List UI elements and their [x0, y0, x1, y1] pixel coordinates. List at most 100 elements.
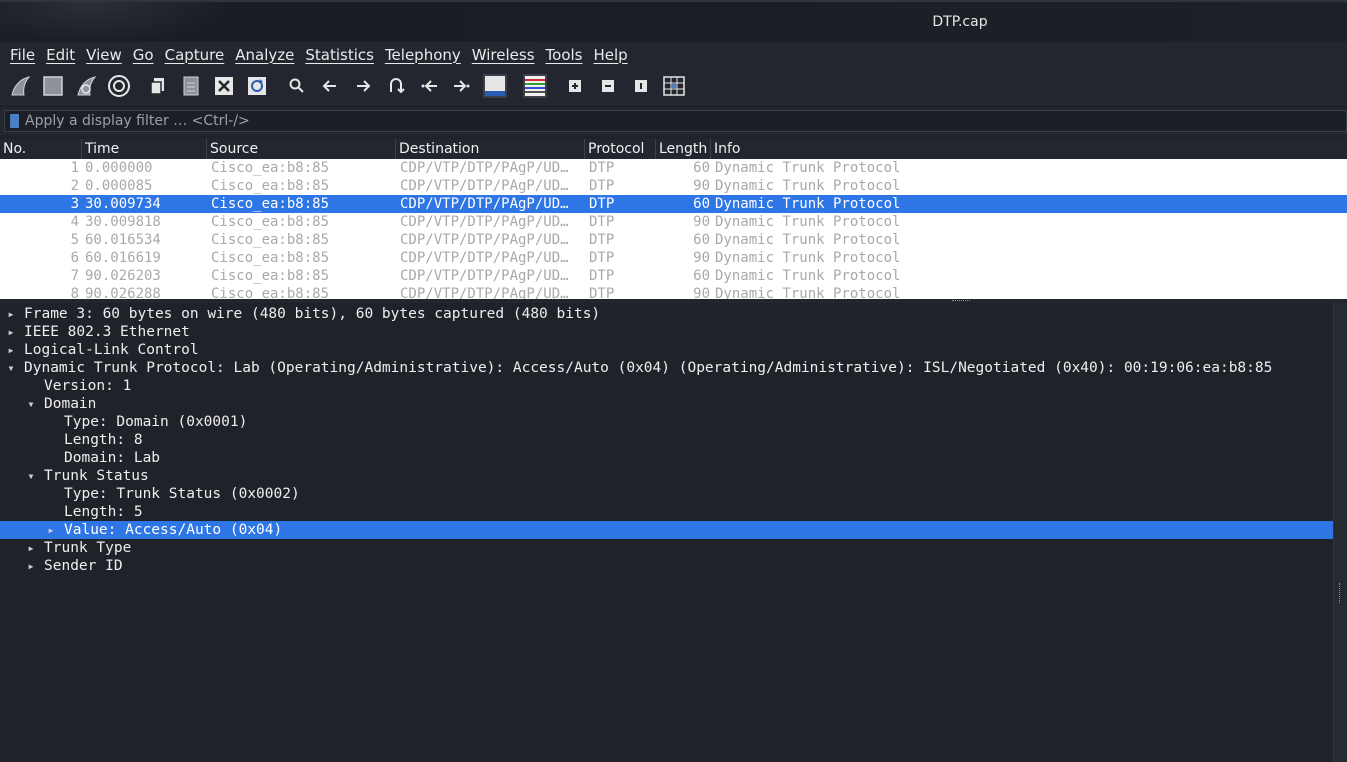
- detail-tree-text: Version: 1: [44, 378, 132, 394]
- detail-tree-item[interactable]: ▸ Value: Access/Auto (0x04): [0, 521, 1333, 539]
- resize-columns-icon[interactable]: [660, 73, 688, 99]
- expand-arrow-right-icon[interactable]: ▸: [26, 557, 36, 575]
- title-bar: DTP.cap: [0, 0, 1347, 44]
- column-header-info[interactable]: Info: [711, 139, 1347, 159]
- detail-tree-item[interactable]: ▸ Sender ID: [0, 557, 1333, 575]
- expand-arrow-right-icon[interactable]: ▸: [6, 305, 16, 323]
- packet-row[interactable]: 7 90.026203 Cisco_ea:b8:85 CDP/VTP/DTP/PAgP…: [0, 267, 1347, 285]
- save-file-icon[interactable]: [177, 73, 205, 99]
- arrow-right-icon[interactable]: [349, 73, 377, 99]
- column-header-destination[interactable]: Destination: [396, 139, 585, 159]
- packet-protocol: DTP: [589, 160, 615, 176]
- shark-fin-start-icon[interactable]: [6, 73, 34, 99]
- packet-info: Dynamic Trunk Protocol: [715, 232, 901, 248]
- menu-analyze[interactable]: Analyze: [230, 46, 300, 64]
- detail-tree-item[interactable]: ▸ Frame 3: 60 bytes on wire (480 bits), 6…: [0, 305, 1333, 323]
- jump-to-icon[interactable]: [382, 73, 410, 99]
- zoom-out-icon[interactable]: [594, 73, 622, 99]
- detail-tree-item[interactable]: Domain: Lab: [0, 449, 1333, 467]
- expand-arrow-right-icon[interactable]: ▸: [46, 521, 56, 539]
- packet-destination: CDP/VTP/DTP/PAgP/UD…: [400, 250, 569, 266]
- detail-tree-text: Frame 3: 60 bytes on wire (480 bits), 60…: [24, 306, 601, 322]
- menu-help[interactable]: Help: [588, 46, 633, 64]
- menu-view[interactable]: View: [81, 46, 128, 64]
- detail-tree-item[interactable]: ▸ IEEE 802.3 Ethernet: [0, 323, 1333, 341]
- menu-go[interactable]: Go: [128, 46, 160, 64]
- close-file-icon[interactable]: [210, 73, 238, 99]
- packet-length: 60: [693, 268, 710, 284]
- expand-arrow-right-icon[interactable]: ▸: [6, 341, 16, 359]
- menu-file[interactable]: File: [0, 46, 41, 64]
- detail-tree-item[interactable]: ▸ Logical-Link Control: [0, 341, 1333, 359]
- menu-wireless[interactable]: Wireless: [467, 46, 541, 64]
- detail-tree-item[interactable]: ▸ Trunk Type: [0, 539, 1333, 557]
- packet-info: Dynamic Trunk Protocol: [715, 196, 901, 212]
- packet-row[interactable]: 6 60.016619 Cisco_ea:b8:85 CDP/VTP/DTP/PAgP…: [0, 249, 1347, 267]
- open-file-icon[interactable]: [144, 73, 172, 99]
- detail-tree-text: Domain: [44, 396, 97, 412]
- packet-row[interactable]: 5 60.016534 Cisco_ea:b8:85 CDP/VTP/DTP/PAgP…: [0, 231, 1347, 249]
- detail-tree-text: Type: Domain (0x0001): [64, 414, 248, 430]
- expand-arrow-down-icon[interactable]: ▾: [26, 395, 36, 413]
- column-header-length[interactable]: Length: [656, 139, 711, 159]
- detail-tree-item[interactable]: ▾ Dynamic Trunk Protocol: Lab (Operating/…: [0, 359, 1333, 377]
- shark-fin-restart-icon[interactable]: [72, 73, 100, 99]
- packet-destination: CDP/VTP/DTP/PAgP/UD…: [400, 268, 569, 284]
- column-header-no[interactable]: No.: [0, 139, 82, 159]
- column-header-time[interactable]: Time: [82, 139, 207, 159]
- packet-source: Cisco_ea:b8:85: [211, 250, 330, 266]
- column-header-source[interactable]: Source: [207, 139, 396, 159]
- arrow-left-icon[interactable]: [316, 73, 344, 99]
- menu-statistics[interactable]: Statistics: [300, 46, 380, 64]
- packet-row[interactable]: 8 90.026288 Cisco_ea:b8:85 CDP/VTP/DTP/PAgP…: [0, 285, 1347, 299]
- details-scrollbar[interactable]: [1333, 303, 1347, 762]
- detail-tree-item[interactable]: Type: Domain (0x0001): [0, 413, 1333, 431]
- bookmark-icon[interactable]: [10, 114, 19, 128]
- expand-arrow-right-icon[interactable]: ▸: [26, 539, 36, 557]
- packet-row[interactable]: 2 0.000085 Cisco_ea:b8:85 CDP/VTP/DTP/PAgP/…: [0, 177, 1347, 195]
- title-bar-wallpaper: [0, 2, 230, 44]
- detail-tree-item[interactable]: ▾ Trunk Status: [0, 467, 1333, 485]
- packet-protocol: DTP: [589, 250, 615, 266]
- packet-destination: CDP/VTP/DTP/PAgP/UD…: [400, 196, 569, 212]
- packet-row[interactable]: 4 30.009818 Cisco_ea:b8:85 CDP/VTP/DTP/PAgP…: [0, 213, 1347, 231]
- packet-source: Cisco_ea:b8:85: [211, 160, 330, 176]
- colorize-icon[interactable]: [521, 73, 549, 99]
- menu-edit[interactable]: Edit: [41, 46, 81, 64]
- detail-tree-item[interactable]: ▾ Domain: [0, 395, 1333, 413]
- packet-source: Cisco_ea:b8:85: [211, 232, 330, 248]
- menu-capture[interactable]: Capture: [160, 46, 231, 64]
- menu-telephony[interactable]: Telephony: [380, 46, 467, 64]
- packet-row[interactable]: 3 30.009734 Cisco_ea:b8:85 CDP/VTP/DTP/PAgP…: [0, 195, 1347, 213]
- window-title: DTP.cap: [932, 14, 988, 30]
- detail-tree-item[interactable]: Length: 5: [0, 503, 1333, 521]
- detail-tree-item[interactable]: Length: 8: [0, 431, 1333, 449]
- first-packet-icon[interactable]: [415, 73, 443, 99]
- last-packet-icon[interactable]: [448, 73, 476, 99]
- autoscroll-icon[interactable]: [481, 73, 509, 99]
- detail-tree-text: Value: Access/Auto (0x04): [64, 522, 283, 538]
- menu-tools[interactable]: Tools: [541, 46, 589, 64]
- packet-info: Dynamic Trunk Protocol: [715, 160, 901, 176]
- expand-arrow-right-icon[interactable]: ▸: [6, 323, 16, 341]
- detail-tree-item[interactable]: Version: 1: [0, 377, 1333, 395]
- detail-tree-item[interactable]: Type: Trunk Status (0x0002): [0, 485, 1333, 503]
- stop-square-icon[interactable]: [39, 73, 67, 99]
- reload-icon[interactable]: [243, 73, 271, 99]
- expand-arrow-down-icon[interactable]: ▾: [26, 467, 36, 485]
- display-filter-input[interactable]: [25, 111, 1325, 131]
- scrollbar-grip[interactable]: [1339, 583, 1342, 603]
- packet-protocol: DTP: [589, 178, 615, 194]
- expand-arrow-down-icon[interactable]: ▾: [6, 359, 16, 377]
- packet-no: 2: [70, 178, 79, 194]
- packet-row[interactable]: 1 0.000000 Cisco_ea:b8:85 CDP/VTP/DTP/PAgP/…: [0, 159, 1347, 177]
- column-header-protocol[interactable]: Protocol: [585, 139, 656, 159]
- search-icon[interactable]: [283, 73, 311, 99]
- packet-info: Dynamic Trunk Protocol: [715, 286, 901, 299]
- gear-options-icon[interactable]: [105, 73, 133, 99]
- zoom-in-icon[interactable]: [561, 73, 589, 99]
- zoom-normal-icon[interactable]: [627, 73, 655, 99]
- packet-no: 7: [70, 268, 79, 284]
- packet-length: 90: [693, 214, 710, 230]
- display-filter-box: [4, 110, 1347, 132]
